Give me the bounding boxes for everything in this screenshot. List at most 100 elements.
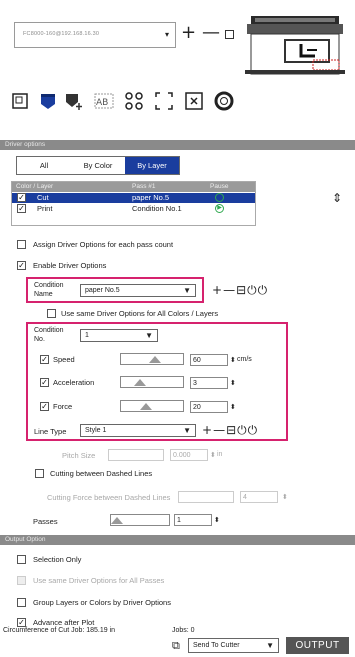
output-button[interactable]: OUTPUT — [286, 637, 349, 654]
pitch-size-input[interactable]: 0.000 — [170, 449, 208, 461]
dashed-lines-label: Cutting between Dashed Lines — [50, 469, 153, 478]
pitch-spinner-icon[interactable]: ⬍ — [210, 451, 216, 459]
assign-pass-label: Assign Driver Options for each pass coun… — [33, 240, 174, 249]
assign-pass-checkbox[interactable] — [17, 240, 26, 249]
line-type-select[interactable]: Style 1 ▼ — [80, 424, 196, 437]
column-pass-1: Pass #1 — [132, 183, 156, 190]
table-row[interactable]: ✓ Print Condition No.1 ▶ — [12, 204, 255, 214]
same-options-label: Use same Driver Options for All Colors /… — [61, 309, 219, 318]
layer-pass[interactable]: Condition No.1 — [132, 204, 182, 214]
table-row[interactable]: ✓ Cut paper No.5 — [12, 193, 255, 203]
row-checkbox[interactable]: ✓ — [17, 193, 26, 202]
layer-table: Color / Layer Pass #1 Pause ✓ Cut paper … — [11, 181, 256, 226]
condition-no-select[interactable]: 1 ▼ — [80, 329, 158, 342]
row-checkbox[interactable]: ✓ — [17, 204, 26, 213]
enable-driver-options-label: Enable Driver Options — [33, 261, 107, 270]
line-type-value: Style 1 — [85, 427, 107, 434]
power-icon[interactable]: ⏻ — [237, 423, 248, 437]
dashed-force-slider[interactable] — [178, 491, 234, 503]
use-same-passes-checkbox[interactable] — [17, 576, 26, 585]
table-header: Color / Layer Pass #1 Pause — [12, 182, 255, 192]
condition-no-value: 1 — [85, 332, 89, 339]
same-options-checkbox[interactable] — [47, 309, 56, 318]
help-lifebuoy-icon[interactable] — [214, 91, 234, 111]
page-setup-icon[interactable] — [10, 91, 30, 111]
layer-pass[interactable]: paper No.5 — [132, 193, 169, 203]
view-tabs: All By Color By Layer — [16, 156, 180, 175]
force-slider[interactable] — [120, 400, 184, 412]
chevron-down-icon: ▼ — [183, 426, 191, 435]
line-type-tools: +—⊟⏻⏻ — [202, 423, 258, 438]
selection-only-label: Selection Only — [33, 555, 82, 564]
speed-slider-fill — [149, 356, 161, 363]
registration-marks-icon[interactable] — [124, 91, 144, 111]
column-color-layer: Color / Layer — [16, 183, 54, 190]
circumference-text: Circumference of Cut Job: 185.19 in — [3, 627, 116, 634]
condition-name-tools: +—⊟⏻⏻ — [212, 283, 268, 298]
output-option-header: Output Option — [0, 535, 355, 545]
advance-after-plot-checkbox[interactable]: ✓ — [17, 618, 26, 627]
condition-name-select[interactable]: paper No.5 ▼ — [80, 284, 196, 297]
advance-after-plot-label: Advance after Plot — [33, 618, 95, 627]
remove-icon[interactable]: — — [223, 283, 236, 297]
tool-icon-bar: AB — [0, 85, 355, 115]
play-icon[interactable]: ▶ — [215, 204, 224, 213]
dashed-force-label: Cutting Force between Dashed Lines — [47, 493, 171, 502]
layer-name: Cut — [37, 193, 49, 202]
edit-icon[interactable]: ⊟ — [226, 423, 237, 437]
speed-slider[interactable] — [120, 353, 184, 365]
tab-by-layer[interactable]: By Layer — [125, 157, 179, 174]
force-checkbox[interactable]: ✓ — [40, 402, 49, 411]
speed-input[interactable]: 60 — [190, 354, 228, 366]
power-icon[interactable]: ⏻ — [247, 283, 258, 297]
force-label: Force — [53, 402, 73, 411]
save-icon[interactable]: ⊟ — [236, 283, 247, 297]
acceleration-slider[interactable] — [120, 376, 184, 388]
device-settings-icon[interactable] — [225, 30, 234, 39]
cut-settings-icon[interactable] — [38, 91, 58, 111]
force-input[interactable]: 20 — [190, 401, 228, 413]
copy-icon[interactable]: ⧉ — [172, 639, 180, 653]
svg-text:AB: AB — [96, 98, 108, 108]
remove-icon[interactable]: — — [213, 423, 226, 437]
tab-by-color[interactable]: By Color — [71, 157, 125, 174]
dashed-lines-checkbox[interactable] — [35, 469, 44, 478]
acceleration-checkbox[interactable]: ✓ — [40, 378, 49, 387]
enable-driver-options-checkbox[interactable]: ✓ — [17, 261, 26, 270]
force-spinner-icon[interactable]: ⬍ — [230, 403, 236, 411]
chevron-down-icon: ▾ — [164, 30, 169, 39]
dashed-force-spinner-icon[interactable]: ⬍ — [282, 493, 288, 501]
dashed-force-input[interactable]: 4 — [240, 491, 278, 503]
add-icon[interactable]: + — [202, 423, 213, 437]
passes-input[interactable]: 1 — [174, 514, 212, 526]
speed-checkbox[interactable]: ✓ — [40, 355, 49, 364]
add-cut-icon[interactable] — [64, 91, 84, 111]
destination-select[interactable]: Send To Cutter ▼ — [188, 638, 279, 653]
add-device-icon[interactable]: + — [181, 24, 196, 42]
passes-spinner-icon[interactable]: ⬍ — [214, 516, 220, 524]
acceleration-input[interactable]: 3 — [190, 377, 228, 389]
acceleration-slider-fill — [134, 379, 146, 386]
crop-marks-icon[interactable] — [154, 91, 174, 111]
pause-icon[interactable] — [215, 193, 224, 202]
group-layers-checkbox[interactable] — [17, 598, 26, 607]
condition-name-label: Condition Name — [34, 282, 64, 298]
speed-spinner-icon[interactable]: ⬍ — [230, 356, 236, 364]
power-icon[interactable]: ⏻ — [258, 283, 269, 297]
selection-only-checkbox[interactable] — [17, 555, 26, 564]
line-type-label: Line Type — [34, 427, 67, 436]
chevron-down-icon: ▼ — [145, 331, 153, 340]
device-select[interactable]: FC8000-160@192.168.16.30 ▾ — [14, 22, 176, 48]
add-icon[interactable]: + — [212, 283, 223, 297]
tile-icon[interactable] — [184, 91, 204, 111]
tab-all[interactable]: All — [17, 157, 71, 174]
acceleration-spinner-icon[interactable]: ⬍ — [230, 379, 236, 387]
pitch-size-slider[interactable] — [108, 449, 164, 461]
driver-options-header: Driver options — [0, 140, 355, 150]
passes-slider[interactable] — [110, 514, 170, 526]
passes-slider-fill — [111, 517, 123, 524]
weed-lines-icon[interactable]: AB — [94, 91, 114, 111]
reorder-arrows-icon[interactable]: ⇕ — [332, 192, 342, 204]
power-icon[interactable]: ⏻ — [248, 423, 259, 437]
remove-device-icon[interactable]: — — [202, 24, 220, 42]
